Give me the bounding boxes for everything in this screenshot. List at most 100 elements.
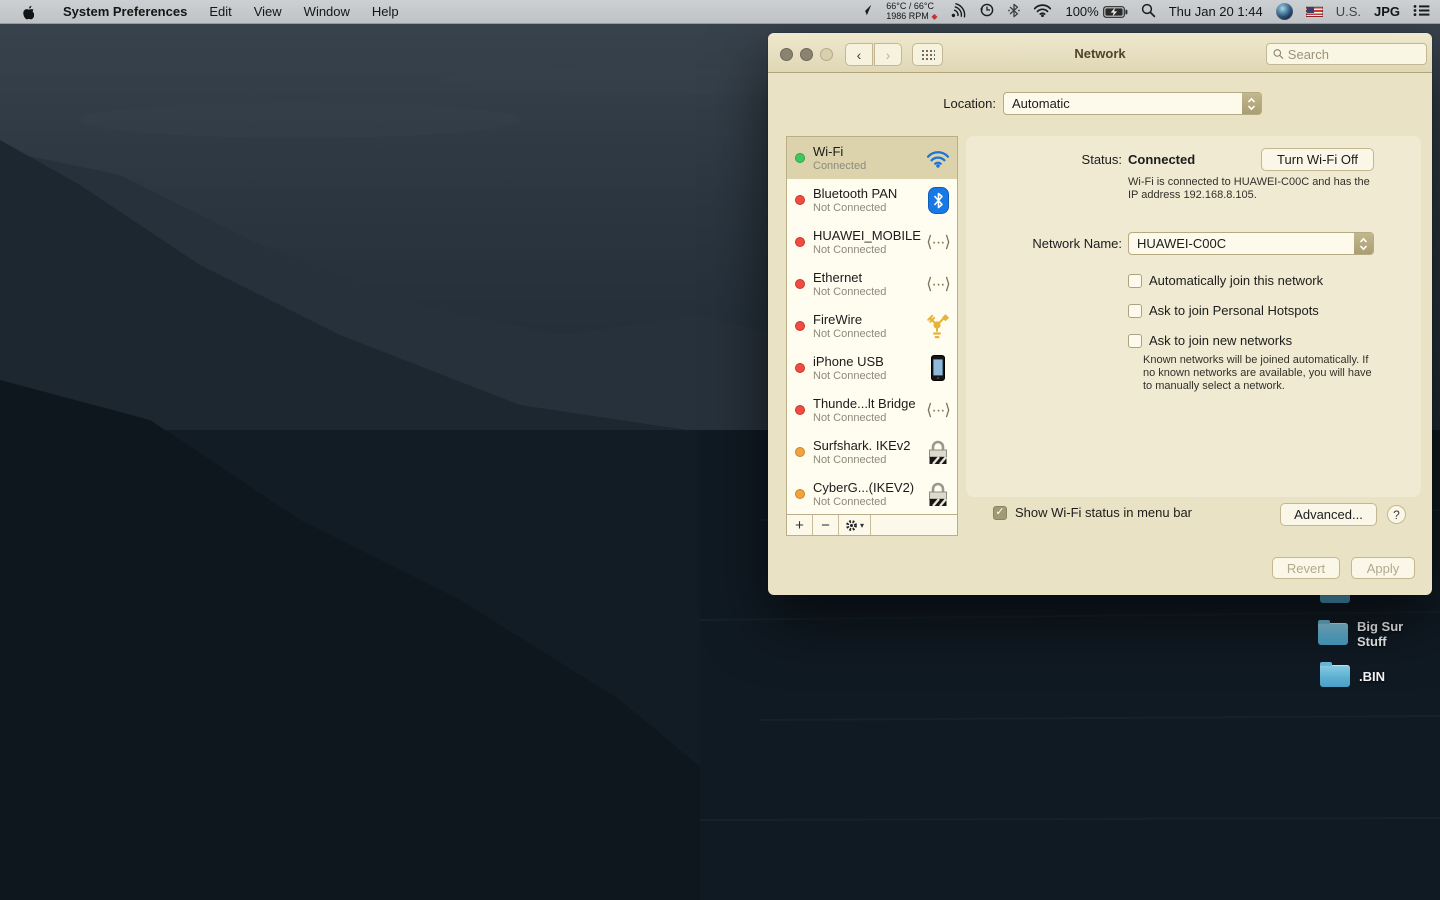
status-dot bbox=[795, 195, 805, 205]
folder-label: .BIN bbox=[1359, 669, 1417, 684]
status-dot bbox=[795, 363, 805, 373]
gear-icon bbox=[845, 519, 858, 532]
status-dot bbox=[795, 489, 805, 499]
list-menu-icon[interactable] bbox=[1413, 4, 1430, 20]
battery-charging-icon bbox=[1103, 6, 1128, 18]
grid-icon bbox=[921, 49, 935, 60]
network-services-list: Wi-Fi Connected Bluetooth PAN Not Connec… bbox=[786, 136, 958, 514]
input-source-flag-icon[interactable] bbox=[1306, 6, 1323, 17]
time-machine-icon[interactable] bbox=[979, 2, 995, 21]
iphone-icon bbox=[925, 355, 951, 381]
service-row-surfshark-vpn[interactable]: Surfshark. IKEv2 Not Connected bbox=[787, 431, 957, 473]
menu-bar: System Preferences Edit View Window Help… bbox=[0, 0, 1440, 24]
location-services-icon[interactable] bbox=[859, 3, 873, 20]
adapter-icon: ⟨···⟩ bbox=[925, 232, 951, 252]
title-bar[interactable]: ‹ › Network bbox=[768, 33, 1432, 73]
service-row-ethernet[interactable]: Ethernet Not Connected ⟨···⟩ bbox=[787, 263, 957, 305]
search-field[interactable] bbox=[1266, 43, 1427, 65]
menu-clock[interactable]: Thu Jan 20 1:44 bbox=[1169, 4, 1263, 19]
network-name-label: Network Name: bbox=[972, 236, 1122, 251]
vpn-lock-icon bbox=[925, 439, 951, 465]
spotlight-icon[interactable] bbox=[1141, 3, 1156, 21]
status-dot bbox=[795, 279, 805, 289]
show-wifi-status-checkbox[interactable]: ✓ Show Wi-Fi status in menu bar bbox=[993, 505, 1192, 520]
remove-service-button[interactable]: − bbox=[813, 515, 839, 535]
service-row-iphone-usb[interactable]: iPhone USB Not Connected bbox=[787, 347, 957, 389]
popup-stepper-icon bbox=[1354, 233, 1373, 254]
status-dot bbox=[795, 447, 805, 457]
service-row-firewire[interactable]: FireWire Not Connected bbox=[787, 305, 957, 347]
network-preferences-window: ‹ › Network Location: Automatic Wi-Fi Co… bbox=[768, 33, 1432, 595]
location-popup[interactable]: Automatic bbox=[1003, 92, 1262, 115]
service-actions-button[interactable]: ▾ bbox=[839, 515, 871, 535]
folder-icon bbox=[1320, 665, 1350, 687]
known-networks-note: Known networks will be joined automatica… bbox=[1143, 354, 1383, 393]
apply-button[interactable]: Apply bbox=[1351, 557, 1415, 579]
status-dot bbox=[795, 153, 805, 163]
wifi-icon bbox=[925, 149, 951, 168]
location-value: Automatic bbox=[1004, 96, 1242, 111]
service-row-cyberghost-vpn[interactable]: CyberG...(IKEV2) Not Connected bbox=[787, 473, 957, 514]
vpn-lock-icon bbox=[925, 481, 951, 507]
app-globe-icon[interactable] bbox=[1276, 3, 1293, 20]
revert-button[interactable]: Revert bbox=[1272, 557, 1340, 579]
battery-status[interactable]: 100% bbox=[1065, 4, 1127, 19]
checkbox-new-networks[interactable]: ✓ Ask to join new networks bbox=[1128, 333, 1292, 348]
add-service-button[interactable]: + bbox=[787, 515, 813, 535]
wifi-menu-icon[interactable] bbox=[1033, 3, 1052, 20]
turn-wifi-off-button[interactable]: Turn Wi-Fi Off bbox=[1261, 148, 1374, 171]
menu-edit[interactable]: Edit bbox=[198, 0, 242, 24]
checkbox-personal-hotspots[interactable]: ✓ Ask to join Personal Hotspots bbox=[1128, 303, 1319, 318]
antenna-icon[interactable] bbox=[950, 3, 966, 21]
minimize-button[interactable] bbox=[800, 48, 813, 61]
checkbox-box[interactable]: ✓ bbox=[993, 506, 1007, 520]
apple-icon bbox=[20, 4, 34, 20]
status-label: Status: bbox=[972, 152, 1122, 167]
location-label: Location: bbox=[898, 96, 996, 111]
service-row-thunderbolt-bridge[interactable]: Thunde...lt Bridge Not Connected ⟨···⟩ bbox=[787, 389, 957, 431]
jpg-menu-label[interactable]: JPG bbox=[1374, 4, 1400, 19]
apple-menu[interactable] bbox=[0, 4, 52, 20]
advanced-button[interactable]: Advanced... bbox=[1280, 503, 1377, 526]
service-list-toolbar: + − ▾ bbox=[786, 514, 958, 536]
menu-window[interactable]: Window bbox=[293, 0, 361, 24]
status-value: Connected bbox=[1128, 152, 1195, 167]
menu-view[interactable]: View bbox=[243, 0, 293, 24]
chevron-down-icon: ▾ bbox=[860, 521, 864, 530]
fan-speed-readout: 1986 RPM bbox=[886, 11, 929, 21]
menu-help[interactable]: Help bbox=[361, 0, 410, 24]
desktop-folder-big-sur-stuff[interactable]: Big Sur Stuff bbox=[1318, 619, 1415, 649]
checkbox-auto-join[interactable]: ✓ Automatically join this network bbox=[1128, 273, 1323, 288]
checkbox-box[interactable]: ✓ bbox=[1128, 304, 1142, 318]
checkbox-box[interactable]: ✓ bbox=[1128, 334, 1142, 348]
network-name-popup[interactable]: HUAWEI-C00C bbox=[1128, 232, 1374, 255]
search-input[interactable] bbox=[1288, 47, 1420, 62]
status-dot bbox=[795, 321, 805, 331]
input-source-label[interactable]: U.S. bbox=[1336, 4, 1361, 19]
service-row-huawei-mobile[interactable]: HUAWEI_MOBILE Not Connected ⟨···⟩ bbox=[787, 221, 957, 263]
battery-percent: 100% bbox=[1065, 4, 1098, 19]
wifi-detail-panel: Status: Connected Turn Wi-Fi Off Wi-Fi i… bbox=[966, 136, 1421, 497]
zoom-button[interactable] bbox=[820, 48, 833, 61]
adapter-icon: ⟨···⟩ bbox=[925, 400, 951, 420]
search-icon bbox=[1273, 48, 1284, 60]
service-row-bluetooth-pan[interactable]: Bluetooth PAN Not Connected bbox=[787, 179, 957, 221]
back-button[interactable]: ‹ bbox=[845, 43, 873, 66]
sensor-stats[interactable]: 66°C / 66°C 1986 RPM ◆ bbox=[886, 1, 937, 22]
bluetooth-menu-icon[interactable] bbox=[1008, 3, 1020, 21]
help-button[interactable]: ? bbox=[1387, 505, 1406, 524]
menu-app-name[interactable]: System Preferences bbox=[52, 0, 198, 24]
show-all-button[interactable] bbox=[912, 43, 943, 66]
checkbox-box[interactable]: ✓ bbox=[1128, 274, 1142, 288]
desktop-folder-bin[interactable]: .BIN bbox=[1320, 665, 1417, 687]
network-name-value: HUAWEI-C00C bbox=[1129, 236, 1354, 251]
status-dot bbox=[795, 237, 805, 247]
forward-button[interactable]: › bbox=[874, 43, 902, 66]
bluetooth-icon bbox=[925, 187, 951, 214]
status-dot bbox=[795, 405, 805, 415]
firewire-icon bbox=[925, 313, 951, 339]
close-button[interactable] bbox=[780, 48, 793, 61]
temperature-readout: 66°C / 66°C bbox=[886, 1, 934, 11]
folder-label: Big Sur Stuff bbox=[1357, 619, 1415, 649]
service-row-wifi[interactable]: Wi-Fi Connected bbox=[787, 137, 957, 179]
